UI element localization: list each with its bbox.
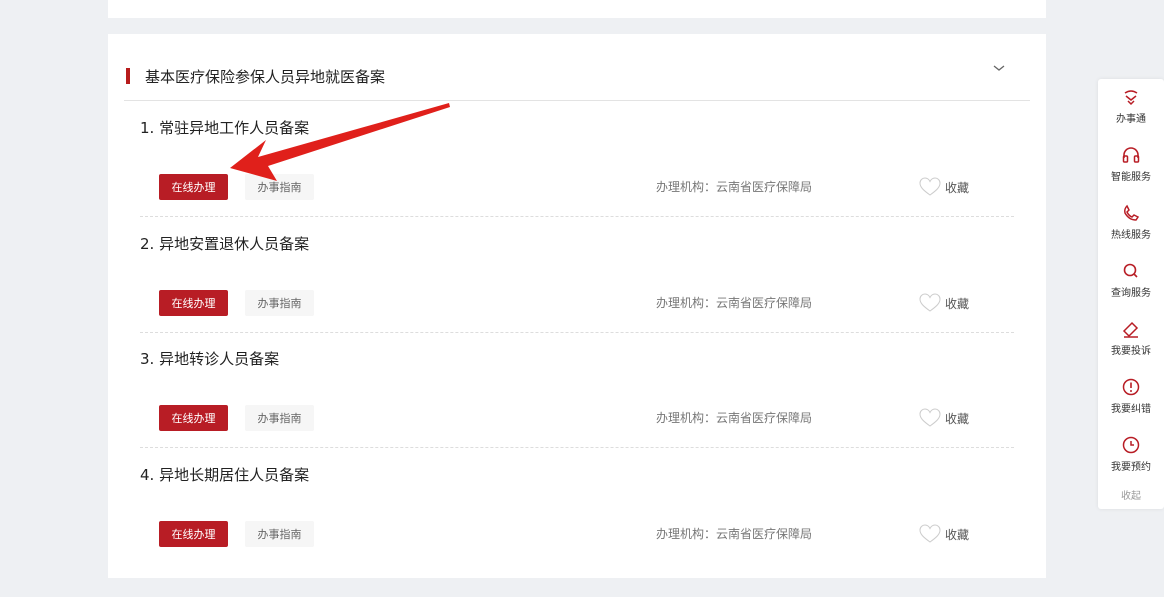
item-title: 4. 异地长期居住人员备案 [140,466,310,484]
online-apply-button[interactable]: 在线办理 [159,290,228,316]
side-item-label: 办事通 [1116,114,1146,125]
favorite-button[interactable]: 收藏 [919,290,969,316]
item-title: 1. 常驻异地工作人员备案 [140,119,310,137]
chevron-down-icon[interactable] [987,56,1011,80]
header-accent-bar [126,68,130,84]
alert-icon [1122,378,1140,396]
top-panel [108,0,1046,18]
favorite-button[interactable]: 收藏 [919,521,969,547]
side-panel: 办事通 智能服务 热线服务 查询服务 我要投诉 我要纠错 我要预约 收起 [1098,79,1164,509]
guide-button[interactable]: 办事指南 [245,521,314,547]
side-item-banshitong[interactable]: 办事通 [1098,79,1164,135]
content-card: 基本医疗保险参保人员异地就医备案 1. 常驻异地工作人员备案 在线办理 办事指南… [108,34,1046,578]
headset-icon [1122,147,1140,163]
favorite-label: 收藏 [945,296,970,311]
list-item: 2. 异地安置退休人员备案 在线办理 办事指南 办理机构：云南省医疗保障局 收藏 [140,217,1014,333]
guide-button[interactable]: 办事指南 [245,290,314,316]
agency-text: 办理机构：云南省医疗保障局 [656,527,813,541]
agency-text: 办理机构：云南省医疗保障局 [656,180,813,194]
favorite-label: 收藏 [945,180,970,195]
side-item-query[interactable]: 查询服务 [1098,253,1164,309]
item-title: 3. 异地转诊人员备案 [140,350,280,368]
side-item-hotline[interactable]: 热线服务 [1098,195,1164,251]
side-item-correction[interactable]: 我要纠错 [1098,369,1164,425]
favorite-label: 收藏 [945,411,970,426]
side-item-appointment[interactable]: 我要预约 [1098,427,1164,483]
side-item-label: 热线服务 [1111,230,1151,241]
favorite-label: 收藏 [945,527,970,542]
favorite-button[interactable]: 收藏 [919,174,969,200]
heart-icon [919,293,941,312]
side-panel-collapse[interactable]: 收起 [1098,487,1164,502]
side-item-label: 我要纠错 [1111,404,1151,415]
favorite-button[interactable]: 收藏 [919,405,969,431]
guide-button[interactable]: 办事指南 [245,405,314,431]
agency-text: 办理机构：云南省医疗保障局 [656,296,813,310]
side-item-label: 查询服务 [1111,288,1151,299]
agency-text: 办理机构：云南省医疗保障局 [656,411,813,425]
clock-icon [1122,436,1140,454]
side-item-smart-service[interactable]: 智能服务 [1098,137,1164,193]
side-item-label: 我要投诉 [1111,346,1151,357]
heart-icon [919,524,941,543]
guide-button[interactable]: 办事指南 [245,174,314,200]
list-item: 1. 常驻异地工作人员备案 在线办理 办事指南 办理机构：云南省医疗保障局 收藏 [140,101,1014,217]
heart-icon [919,408,941,427]
side-item-label: 我要预约 [1111,462,1151,473]
complaint-icon [1122,321,1139,338]
online-apply-button[interactable]: 在线办理 [159,174,228,200]
online-apply-button[interactable]: 在线办理 [159,405,228,431]
side-item-label: 智能服务 [1111,172,1151,183]
item-title: 2. 异地安置退休人员备案 [140,235,310,253]
side-item-complaint[interactable]: 我要投诉 [1098,311,1164,367]
online-apply-button[interactable]: 在线办理 [159,521,228,547]
search-icon [1123,263,1138,278]
list-item: 3. 异地转诊人员备案 在线办理 办事指南 办理机构：云南省医疗保障局 收藏 [140,332,1014,448]
service-logo-icon [1124,90,1138,106]
section-title: 基本医疗保险参保人员异地就医备案 [145,68,386,86]
heart-icon [919,177,941,196]
phone-icon [1124,204,1140,221]
list-item: 4. 异地长期居住人员备案 在线办理 办事指南 办理机构：云南省医疗保障局 收藏 [140,448,1014,563]
section-header: 基本医疗保险参保人员异地就医备案 [124,62,1030,101]
